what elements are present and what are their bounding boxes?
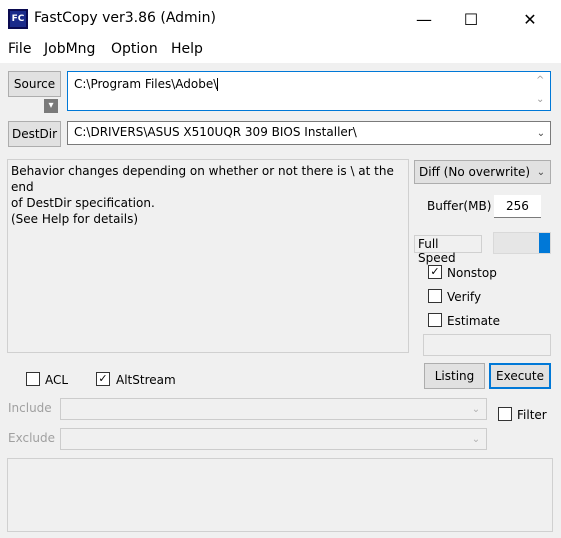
- buffer-label: Buffer(MB): [427, 199, 492, 213]
- copy-mode-chevron-down-icon: ⌄: [536, 166, 546, 178]
- acl-label: ACL: [45, 373, 69, 387]
- status-log-area: [7, 458, 553, 532]
- destdir-button[interactable]: DestDir: [8, 121, 61, 147]
- destdir-chevron-down-icon[interactable]: ⌄: [533, 125, 549, 141]
- buffer-size-input[interactable]: 256: [494, 195, 541, 218]
- progress-status-box: [423, 334, 551, 356]
- source-scroll-up-icon[interactable]: ^: [536, 75, 544, 86]
- estimate-checkbox[interactable]: [428, 313, 442, 327]
- nonstop-label: Nonstop: [447, 266, 497, 280]
- include-chevron-down-icon: ⌄: [471, 403, 481, 415]
- minimize-button[interactable]: —: [401, 0, 447, 38]
- source-button[interactable]: Source: [8, 71, 61, 97]
- include-label: Include: [8, 401, 52, 415]
- text-cursor: [217, 78, 219, 91]
- destdir-path-combobox[interactable]: C:\DRIVERS\ASUS X510UQR 309 BIOS Install…: [67, 121, 551, 145]
- exclude-label: Exclude: [8, 431, 56, 445]
- menu-help[interactable]: Help: [171, 41, 203, 57]
- source-history-dropdown-icon[interactable]: ▾: [44, 99, 58, 113]
- info-message-panel: Behavior changes depending on whether or…: [7, 159, 409, 353]
- copy-mode-select[interactable]: Diff (No overwrite): [414, 160, 551, 184]
- source-scroll-down-icon[interactable]: ⌄: [536, 94, 544, 105]
- nonstop-checkbox[interactable]: ✓: [428, 265, 442, 279]
- exclude-filter-combobox[interactable]: [60, 428, 487, 450]
- exclude-chevron-down-icon: ⌄: [471, 433, 481, 445]
- menu-file[interactable]: File: [8, 41, 31, 57]
- speed-label: Full Speed: [414, 235, 482, 265]
- listing-button[interactable]: Listing: [424, 363, 485, 389]
- execute-button[interactable]: Execute: [489, 363, 551, 389]
- fastcopy-app-icon: FC: [8, 9, 28, 29]
- source-path-text: C:\Program Files\Adobe\: [74, 77, 218, 91]
- altstream-label: AltStream: [116, 373, 176, 387]
- menu-jobmng[interactable]: JobMng: [44, 41, 95, 57]
- estimate-label: Estimate: [447, 314, 501, 328]
- acl-checkbox[interactable]: [26, 372, 40, 386]
- destdir-path-text: C:\DRIVERS\ASUS X510UQR 309 BIOS Install…: [74, 125, 357, 139]
- info-line-3: (See Help for details): [11, 212, 139, 226]
- window-title: FastCopy ver3.86 (Admin): [34, 10, 216, 26]
- menu-option[interactable]: Option: [111, 41, 158, 57]
- close-button[interactable]: ✕: [507, 0, 553, 38]
- include-filter-combobox[interactable]: [60, 398, 487, 420]
- speed-slider-thumb[interactable]: [539, 233, 550, 253]
- maximize-button[interactable]: ☐: [448, 0, 494, 38]
- copy-mode-selected: Diff (No overwrite): [419, 165, 531, 179]
- filter-checkbox[interactable]: [498, 407, 512, 421]
- filter-label: Filter: [517, 408, 547, 422]
- source-path-input[interactable]: C:\Program Files\Adobe\: [67, 71, 551, 111]
- altstream-checkbox[interactable]: ✓: [96, 372, 110, 386]
- info-line-1: Behavior changes depending on whether or…: [11, 164, 394, 194]
- verify-checkbox[interactable]: [428, 289, 442, 303]
- info-line-2: of DestDir specification.: [11, 196, 155, 210]
- verify-label: Verify: [447, 290, 482, 304]
